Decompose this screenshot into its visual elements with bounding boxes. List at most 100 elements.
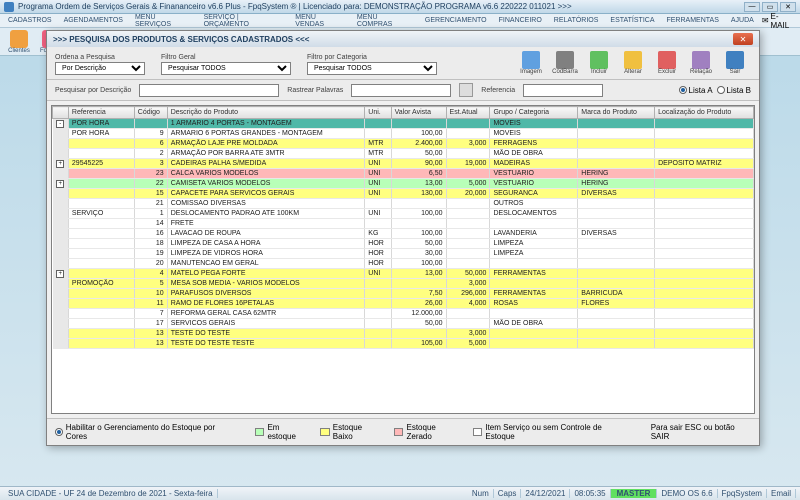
table-row[interactable]: +295452253CADEIRAS PALHA S/MEDIDAUNI90,0… xyxy=(53,159,754,169)
col-header[interactable]: Grupo / Categoria xyxy=(490,107,578,119)
rastrear-input[interactable] xyxy=(351,84,451,97)
app-icon xyxy=(4,2,14,12)
col-header[interactable]: Localização do Produto xyxy=(655,107,754,119)
lista-b-radio[interactable]: Lista B xyxy=(717,86,751,95)
status-location: SUA CIDADE - UF 24 de Dezembro de 2021 -… xyxy=(4,489,218,498)
menu-cadastros[interactable]: CADASTROS xyxy=(4,17,56,24)
menu-vendas[interactable]: MENU VENDAS xyxy=(291,14,349,28)
menu-gerenciamento[interactable]: GERENCIAMENTO xyxy=(421,17,491,24)
menu-orcamento[interactable]: SERVIÇO | ORÇAMENTO xyxy=(200,14,288,28)
action-alterar[interactable]: Alterar xyxy=(617,51,649,75)
status-demo: DEMO OS 6.6 xyxy=(657,489,717,498)
codbarra-icon xyxy=(556,51,574,69)
minimize-button[interactable]: — xyxy=(744,2,760,12)
close-button[interactable]: ✕ xyxy=(780,2,796,12)
swatch-yellow xyxy=(320,428,330,436)
filtro-cat-select[interactable]: Pesquisar TODOS xyxy=(307,62,437,75)
col-header[interactable]: Uni. xyxy=(365,107,391,119)
table-row[interactable]: -POR HORA1 ARMARIO 4 PORTAS - MONTAGEMMO… xyxy=(53,119,754,129)
col-header[interactable]: Descrição do Produto xyxy=(167,107,365,119)
table-row[interactable]: +4MATELO PEGA FORTEUNI13,0050,000FERRAME… xyxy=(53,269,754,279)
desc-search-input[interactable] xyxy=(139,84,279,97)
menu-financeiro[interactable]: FINANCEIRO xyxy=(495,17,546,24)
products-grid: ReferenciaCódigoDescrição do ProdutoUni.… xyxy=(52,106,754,349)
menu-servicos[interactable]: MENU SERVIÇOS xyxy=(131,14,196,28)
expand-button[interactable]: + xyxy=(56,180,64,188)
expand-button[interactable]: - xyxy=(56,120,64,128)
menu-ajuda[interactable]: AJUDA xyxy=(727,17,758,24)
menu-ferramentas[interactable]: FERRAMENTAS xyxy=(662,17,722,24)
action-excluir[interactable]: Excluir xyxy=(651,51,683,75)
lista-a-radio[interactable]: Lista A xyxy=(679,86,713,95)
habilitar-checkbox[interactable]: Habilitar o Gerenciamento do Estoque por… xyxy=(55,423,231,441)
products-grid-container[interactable]: ReferenciaCódigoDescrição do ProdutoUni.… xyxy=(51,105,755,414)
col-header[interactable]: Código xyxy=(134,107,167,119)
table-row[interactable]: 11RAMO DE FLORES 16PETALAS26,004,000ROSA… xyxy=(53,299,754,309)
col-header[interactable]: Referencia xyxy=(68,107,134,119)
filtro-cat-label: Filtro por Categoria xyxy=(307,54,437,61)
action-incluir[interactable]: Incluir xyxy=(583,51,615,75)
table-row[interactable]: 14FRETE xyxy=(53,219,754,229)
action-imagem[interactable]: Imagem xyxy=(515,51,547,75)
table-row[interactable]: 19LIMPEZA DE VIDROS HORAHOR30,00LIMPEZA xyxy=(53,249,754,259)
menu-agendamentos[interactable]: AGENDAMENTOS xyxy=(60,17,127,24)
menu-compras[interactable]: MENU COMPRAS xyxy=(353,14,417,28)
action-relação[interactable]: Relação xyxy=(685,51,717,75)
menu-estatistica[interactable]: ESTATÍSTICA xyxy=(606,17,658,24)
status-master: MASTER xyxy=(611,489,658,498)
filtro-geral-label: Filtro Geral xyxy=(161,54,291,61)
table-row[interactable]: SERVIÇO1DESLOCAMENTO PADRAO ATE 100KMUNI… xyxy=(53,209,754,219)
rastrear-label: Rastrear Palavras xyxy=(287,87,343,94)
table-row[interactable]: 10PARAFUSOS DIVERSOS7,50296,000FERRAMENT… xyxy=(53,289,754,299)
window-title: Programa Ordem de Serviços Gerais & Fina… xyxy=(18,2,744,11)
col-header[interactable] xyxy=(53,107,69,119)
table-row[interactable]: 13TESTE DO TESTE TESTE105,005,000 xyxy=(53,339,754,349)
table-row[interactable]: POR HORA9ARMARIO 6 PORTAS GRANDES - MONT… xyxy=(53,129,754,139)
table-row[interactable]: 7REFORMA GERAL CASA 62MTR12.000,00 xyxy=(53,309,754,319)
filtro-geral-select[interactable]: Pesquisar TODOS xyxy=(161,62,291,75)
search-bar: Pesquisar por Descrição Rastrear Palavra… xyxy=(47,80,759,101)
table-row[interactable]: 13TESTE DO TESTE3,000 xyxy=(53,329,754,339)
ref-label: Referencia xyxy=(481,87,515,94)
radio-icon xyxy=(55,428,63,436)
table-row[interactable]: 20MANUTENCAO EM GERALHOR100,00 xyxy=(53,259,754,269)
dialog-close-button[interactable]: ✕ xyxy=(733,33,753,45)
grid-header-row: ReferenciaCódigoDescrição do ProdutoUni.… xyxy=(53,107,754,119)
excluir-icon xyxy=(658,51,676,69)
table-row[interactable]: 23CALCA VARIOS MODELOSUNI6,50VESTUARIOHE… xyxy=(53,169,754,179)
sair-icon xyxy=(726,51,744,69)
toolbar-clientes[interactable]: Clientes xyxy=(4,30,34,54)
status-time: 08:05:35 xyxy=(570,489,610,498)
search-products-dialog: >>> PESQUISA DOS PRODUTOS & SERVIÇOS CAD… xyxy=(46,30,760,446)
table-row[interactable]: 21COMISSAO DIVERSASOUTROS xyxy=(53,199,754,209)
col-header[interactable]: Marca do Produto xyxy=(578,107,655,119)
ordena-select[interactable]: Por Descrição xyxy=(55,62,145,75)
expand-button[interactable]: + xyxy=(56,160,64,168)
window-titlebar: Programa Ordem de Serviços Gerais & Fina… xyxy=(0,0,800,14)
table-row[interactable]: 17SERVICOS GERAIS50,00MÃO DE OBRA xyxy=(53,319,754,329)
table-row[interactable]: PROMOÇÃO5MESA SOB MEDIA - VARIOS MODELOS… xyxy=(53,279,754,289)
status-num: Num xyxy=(468,489,494,498)
main-menubar: CADASTROS AGENDAMENTOS MENU SERVIÇOS SER… xyxy=(0,14,800,28)
action-toolbar: ImagemCodBarraIncluirAlterarExcluirRelaç… xyxy=(515,51,751,75)
col-header[interactable]: Valor Avista xyxy=(391,107,446,119)
status-fpq: FpqSystem xyxy=(718,489,767,498)
table-row[interactable]: 18LIMPEZA DE CASA A HORAHOR50,00LIMPEZA xyxy=(53,239,754,249)
menu-relatorios[interactable]: RELATÓRIOS xyxy=(550,17,603,24)
table-row[interactable]: 16LAVACAO DE ROUPAKG100,00LAVANDERIADIVE… xyxy=(53,229,754,239)
col-header[interactable]: Est.Atual xyxy=(446,107,490,119)
expand-button[interactable]: + xyxy=(56,270,64,278)
envelope-icon: ✉ xyxy=(762,16,769,25)
table-row[interactable]: 15CAPACETE PARA SERVICOS GERAISUNI130,00… xyxy=(53,189,754,199)
ref-input[interactable] xyxy=(523,84,603,97)
person-icon xyxy=(10,30,28,48)
action-codbarra[interactable]: CodBarra xyxy=(549,51,581,75)
table-row[interactable]: 6ARMAÇÃO LAJE PRE MOLDADAMTR2.400,003,00… xyxy=(53,139,754,149)
menu-email[interactable]: ✉ E-MAIL xyxy=(762,12,796,30)
table-row[interactable]: 2ARMAÇÃO POR BARRA ATE 3MTRMTR50,00MÃO D… xyxy=(53,149,754,159)
table-row[interactable]: +22CAMISETA VARIOS MODELOSUNI13,005,000V… xyxy=(53,179,754,189)
action-sair[interactable]: Sair xyxy=(719,51,751,75)
maximize-button[interactable]: ▭ xyxy=(762,2,778,12)
search-icon[interactable] xyxy=(459,83,473,97)
swatch-white xyxy=(473,428,483,436)
